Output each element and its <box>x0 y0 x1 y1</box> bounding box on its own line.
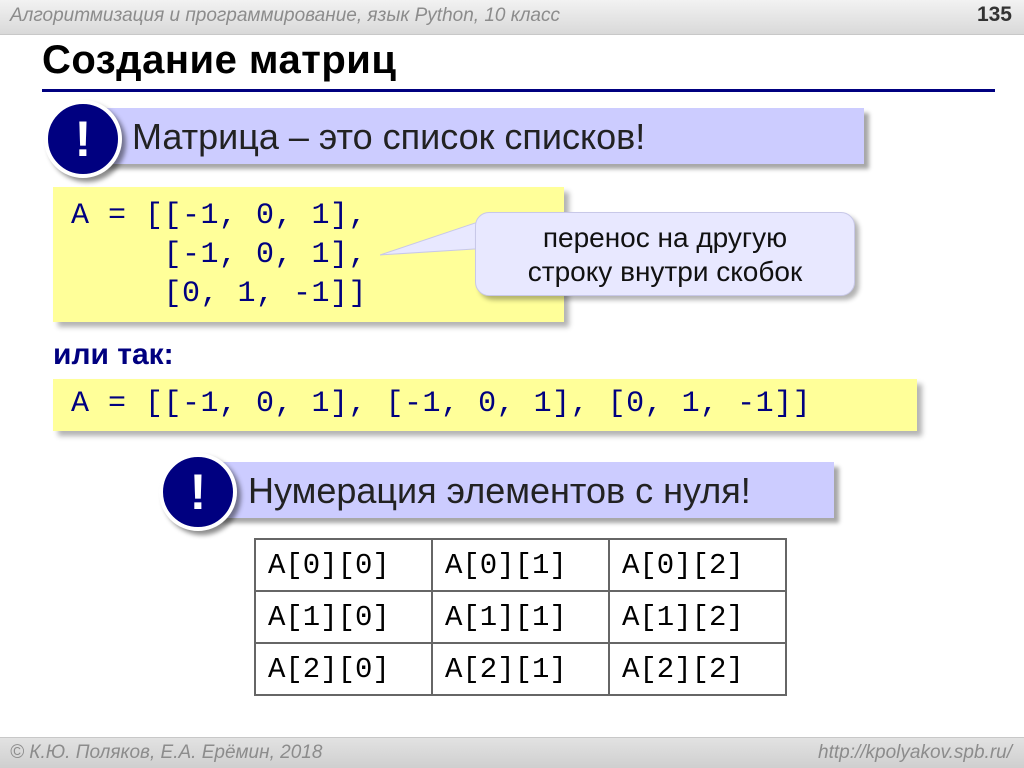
table-row: A[1][0] A[1][1] A[1][2] <box>254 590 787 644</box>
callout-matrix-definition: Матрица – это список списков! <box>92 108 864 164</box>
table-cell: A[1][1] <box>431 590 610 644</box>
footer-credit: © К.Ю. Поляков, Е.А. Ерёмин, 2018 <box>10 742 323 763</box>
table-row: A[2][0] A[2][1] A[2][2] <box>254 642 787 696</box>
table-cell: A[2][1] <box>431 642 610 696</box>
title-underline <box>42 89 995 92</box>
page-number: 135 <box>976 3 1012 26</box>
code-line: [0, 1, -1]] <box>71 277 368 311</box>
table-cell: A[1][2] <box>608 590 787 644</box>
code-line: [-1, 0, 1], <box>71 238 368 272</box>
exclamation-icon: ! <box>44 100 122 178</box>
bubble-line: перенос на другую <box>542 222 788 253</box>
exclamation-icon: ! <box>159 453 237 531</box>
slide-title: Создание матриц <box>42 38 397 82</box>
footer-bar: © К.Ю. Поляков, Е.А. Ерёмин, 2018 http:/… <box>0 737 1024 768</box>
table-cell: A[2][2] <box>608 642 787 696</box>
bubble-tail <box>380 217 490 256</box>
code-line: A = [[-1, 0, 1], [-1, 0, 1], [0, 1, -1]] <box>71 387 812 421</box>
code-line: A = [[-1, 0, 1], <box>71 199 368 233</box>
header-bar: Алгоритмизация и программирование, язык … <box>0 0 1024 35</box>
comment-bubble: перенос на другую строку внутри скобок <box>475 212 855 296</box>
table-cell: A[0][0] <box>254 538 433 592</box>
table-cell: A[0][2] <box>608 538 787 592</box>
matrix-index-table: A[0][0] A[0][1] A[0][2] A[1][0] A[1][1] … <box>254 538 787 696</box>
or-label: или так: <box>53 338 174 371</box>
callout-text: Нумерация элементов с нуля! <box>248 470 751 511</box>
callout-text: Матрица – это список списков! <box>132 116 646 157</box>
table-row: A[0][0] A[0][1] A[0][2] <box>254 538 787 592</box>
callout-zero-indexing: Нумерация элементов с нуля! <box>206 462 834 518</box>
footer-url: http://kpolyakov.spb.ru/ <box>818 742 1012 763</box>
table-cell: A[2][0] <box>254 642 433 696</box>
table-cell: A[0][1] <box>431 538 610 592</box>
bubble-line: строку внутри скобок <box>527 256 803 287</box>
course-title: Алгоритмизация и программирование, язык … <box>10 5 560 26</box>
table-cell: A[1][0] <box>254 590 433 644</box>
code-block-single-line: A = [[-1, 0, 1], [-1, 0, 1], [0, 1, -1]] <box>53 379 917 431</box>
